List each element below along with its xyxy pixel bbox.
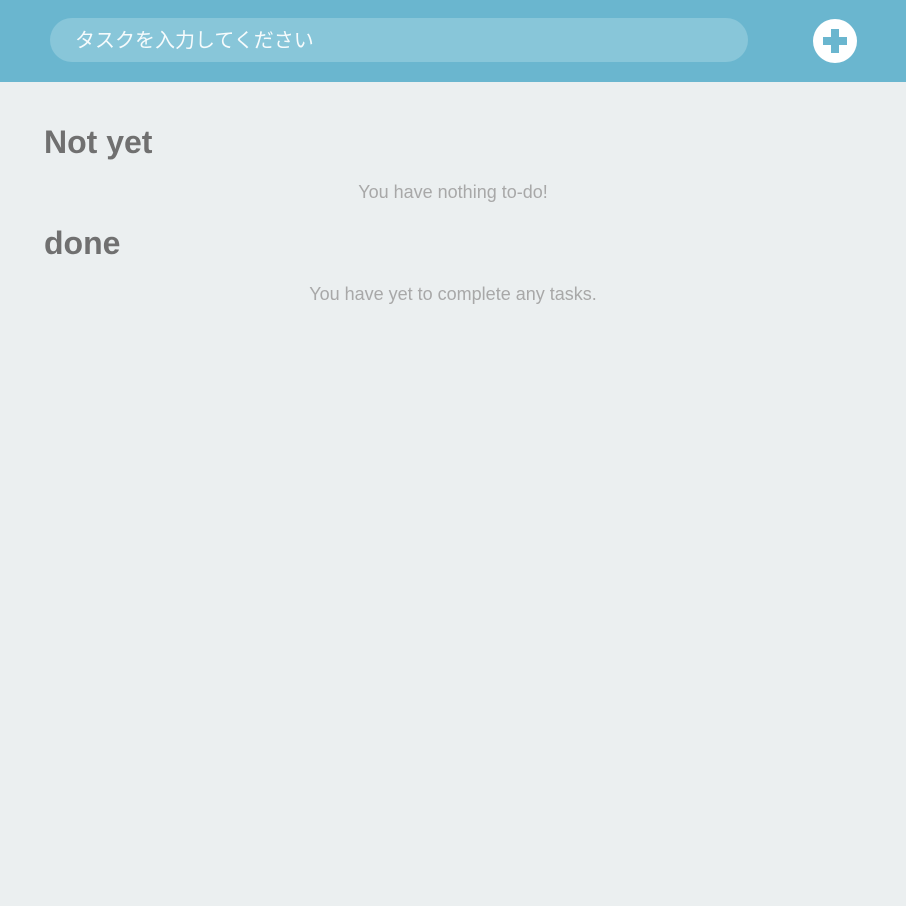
empty-message-done: You have yet to complete any tasks. [309, 284, 597, 304]
section-title-done: done [44, 225, 121, 261]
header-bar [0, 0, 906, 82]
empty-message-not-yet: You have nothing to-do! [358, 182, 548, 202]
task-input[interactable] [50, 18, 748, 62]
add-task-button[interactable] [813, 19, 857, 63]
section-title-not-yet: Not yet [44, 124, 153, 160]
plus-icon [823, 29, 847, 53]
